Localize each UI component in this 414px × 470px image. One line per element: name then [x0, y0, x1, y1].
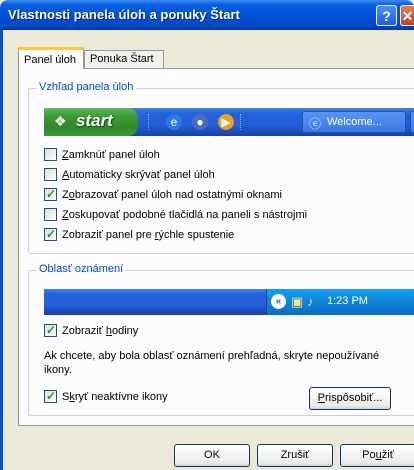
- checkbox-box[interactable]: ✓: [44, 187, 57, 201]
- hide-inactive-label: Skryť neaktívne ikony: [62, 390, 168, 404]
- window-frame-left: [0, 30, 3, 470]
- tab-panel-uloh[interactable]: Panel úloh: [18, 47, 84, 69]
- label-rest: utomaticky skrývať panel úloh: [69, 169, 215, 181]
- cancel-button[interactable]: Zrušiť: [257, 444, 333, 467]
- keep-on-top-label: Zobrazovať panel úloh nad ostatnými okna…: [62, 188, 282, 202]
- close-icon[interactable]: ✕: [400, 5, 414, 26]
- label-rest: žiť: [381, 449, 394, 461]
- accel-key: Z: [62, 209, 69, 221]
- checkbox-box[interactable]: ✓: [44, 389, 57, 403]
- network-icon: ▣: [291, 294, 304, 309]
- checkbox-box[interactable]: [44, 208, 57, 221]
- taskbar-appearance-label: Vzhľad panela úloh: [36, 81, 137, 93]
- show-clock-label: Zobraziť hodiny: [62, 324, 138, 338]
- quick-launch-separator-right: [240, 114, 243, 130]
- window-title: Vlastnosti panela úloh a ponuky Štart: [8, 7, 240, 22]
- label-rest: ryť neaktívne ikony: [74, 391, 168, 403]
- customize-button[interactable]: Prispôsobiť...: [309, 387, 391, 410]
- ie-icon: ⓔ: [309, 117, 322, 131]
- checkmark-icon: ✓: [46, 389, 57, 403]
- checkbox-box[interactable]: ✓: [44, 227, 57, 241]
- label-rest: odiny: [112, 325, 139, 337]
- lock-taskbar-label: Zamknúť panel úloh: [62, 148, 160, 162]
- tab-ponuka-start-label: Ponuka Štart: [90, 53, 154, 65]
- label-pre: Po: [362, 449, 376, 461]
- title-bar[interactable]: Vlastnosti panela úloh a ponuky Štart ? …: [0, 0, 414, 30]
- checkmark-icon: ✓: [46, 187, 57, 201]
- cancel-label: Zrušiť: [280, 449, 310, 461]
- ok-button[interactable]: OK: [174, 444, 250, 467]
- label-rest: brazovať panel úloh nad ostatnými oknami: [74, 189, 282, 201]
- tray-clock: 1:23 PM: [327, 295, 368, 307]
- quick-launch-separator: [148, 114, 151, 130]
- checkbox-box[interactable]: [44, 148, 57, 161]
- taskbar-task-partial: [410, 111, 414, 133]
- start-button-preview: ❖ start: [44, 108, 138, 136]
- start-label: start: [76, 111, 113, 130]
- autohide-label: Automaticky skrývať panel úloh: [62, 168, 215, 182]
- checkbox-box[interactable]: [44, 168, 57, 181]
- help-icon[interactable]: ?: [376, 5, 397, 26]
- ok-label: OK: [204, 449, 220, 461]
- checkmark-icon: ✓: [46, 323, 57, 337]
- taskbar-task-label: Welcome...: [327, 116, 382, 128]
- media-icon: ●: [192, 114, 208, 130]
- accel-key: Z: [62, 149, 69, 161]
- tab-ponuka-start[interactable]: Ponuka Štart: [84, 50, 164, 69]
- tab-panel-uloh-label: Panel úloh: [24, 54, 76, 66]
- notification-area-label: Oblasť oznámení: [36, 263, 127, 275]
- notification-info-text: Ak chcete, aby bola oblasť oznámení preh…: [44, 350, 380, 376]
- label-rest: ýchle spustenie: [158, 229, 235, 241]
- label-pre: Zobraziť: [62, 325, 106, 337]
- label-rest: oskupovať podobné tlačidlá na paneli s n…: [68, 209, 308, 221]
- media-player-icon: ▶: [218, 114, 234, 130]
- chevron-left-icon: «: [271, 294, 286, 309]
- system-tray: « ▣ ♪ 1:23 PM: [266, 289, 414, 315]
- label-rest: amknúť panel úloh: [68, 149, 160, 161]
- group-buttons-label: Zoskupovať podobné tlačidlá na paneli s …: [62, 208, 307, 222]
- taskbar-task-welcome: ⓔ Welcome...: [302, 111, 406, 133]
- label-pre: Zobraziť panel pre: [62, 229, 155, 241]
- volume-icon: ♪: [307, 294, 314, 309]
- ie-icon: e: [166, 114, 182, 130]
- checkbox-box[interactable]: ✓: [44, 323, 57, 337]
- checkmark-icon: ✓: [46, 227, 57, 241]
- taskbar-preview: ❖ start e ● ▶ ⓔ Welcome...: [44, 108, 414, 136]
- notification-preview: « ▣ ♪ 1:23 PM: [44, 289, 414, 315]
- apply-button[interactable]: Použiť: [340, 444, 414, 467]
- label-pre: Z: [62, 189, 69, 201]
- accel-key: P: [317, 392, 325, 404]
- windows-logo-icon: ❖: [54, 113, 67, 129]
- label-rest: rispôsobiť...: [325, 392, 383, 404]
- quick-launch-label: Zobraziť panel pre rýchle spustenie: [62, 228, 234, 242]
